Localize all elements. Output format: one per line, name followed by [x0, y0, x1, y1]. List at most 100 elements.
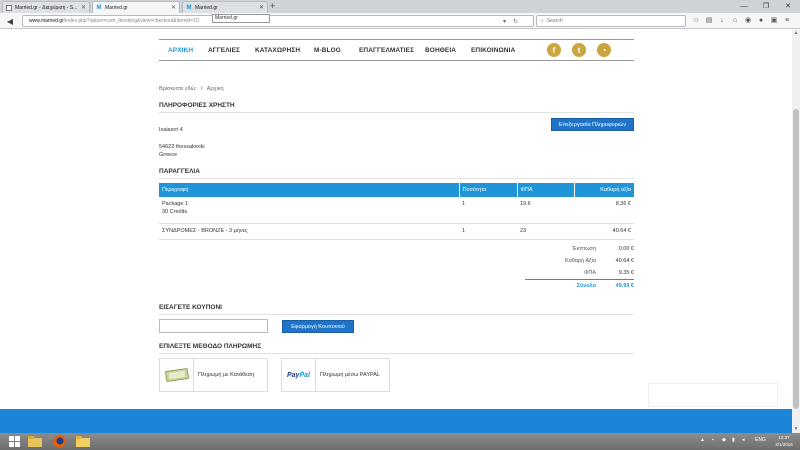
- total-label: Σύνολο: [576, 282, 596, 289]
- payment-method-label: Πληρωμή μέσω PAYPAL: [320, 372, 380, 378]
- nav-item-ads[interactable]: ΑΓΓΕΛΙΕΣ: [208, 47, 240, 54]
- new-tab-button[interactable]: +: [270, 1, 275, 11]
- minimize-icon[interactable]: —: [733, 0, 755, 12]
- site-navigation: ΑΡΧΙΚΗ ΑΓΓΕΛΙΕΣ ΚΑΤΑΧΩΡΗΣΗ M-BLOG ΕΠΑΓΓΕ…: [159, 39, 634, 61]
- total-row-discount: Έκπτωση 0.00 €: [525, 243, 634, 255]
- column-header-net: Καθαρή αξία: [574, 183, 634, 197]
- url-bar[interactable]: www.married.gr/index.php?option=com_iboo…: [22, 15, 534, 27]
- scroll-up-icon[interactable]: ▲: [792, 29, 800, 37]
- facebook-icon[interactable]: f: [547, 43, 561, 57]
- divider: [159, 112, 634, 113]
- download-icon[interactable]: ↓: [718, 17, 726, 25]
- row-description: ΣΥΝΔΡΟΜΕΣ - BRONZE - 3 μήνες: [159, 223, 459, 240]
- extension-icon[interactable]: ▣: [770, 17, 778, 25]
- order-totals: Έκπτωση 0.00 € Καθαρή Αξία 40.64 € ΦΠΑ 9…: [525, 243, 634, 291]
- twitter-icon[interactable]: t: [572, 43, 586, 57]
- dropdown-icon[interactable]: ▾: [503, 18, 506, 25]
- window-close-icon[interactable]: ✕: [777, 0, 799, 12]
- browser-tab-bar: Married.gr - Διαχείριση - S... ✕ M Marri…: [0, 0, 800, 13]
- page-icon: [6, 4, 12, 11]
- browser-tab-label: Married.gr: [195, 4, 218, 11]
- firefox-icon[interactable]: [48, 434, 70, 449]
- order-title: ΠΑΡΑΓΓΕΛΙΑ: [159, 168, 200, 175]
- language-indicator[interactable]: ENG: [755, 437, 766, 443]
- browser-tab-label: Married.gr: [105, 4, 128, 11]
- volume-icon[interactable]: ◂: [742, 437, 745, 443]
- row-vat: 19.6: [517, 197, 574, 224]
- scroll-down-icon[interactable]: ▼: [792, 425, 800, 433]
- pocket-icon[interactable]: ◉: [744, 17, 752, 25]
- page-viewport: ΑΡΧΙΚΗ ΑΓΓΕΛΙΕΣ ΚΑΤΑΧΩΡΗΣΗ M-BLOG ΕΠΑΓΓΕ…: [0, 29, 792, 433]
- payment-method-deposit[interactable]: Πληρωμή με Κατάθεση: [159, 358, 268, 392]
- search-input[interactable]: ⌕ Search: [536, 15, 686, 27]
- windows-taskbar: ▲ ▪ ◆ ▮ ◂ ENG 12:37 2/1/2016: [0, 433, 800, 450]
- addon-icon[interactable]: ●: [757, 17, 765, 25]
- url-path: /index.php?option=com_ibooking&view=chec…: [63, 18, 199, 24]
- close-icon[interactable]: ✕: [81, 4, 86, 11]
- divider: [159, 314, 634, 315]
- payment-method-label: Πληρωμή με Κατάθεση: [198, 372, 255, 378]
- total-row-vat: ΦΠΑ 9.35 €: [525, 267, 634, 279]
- edit-info-button[interactable]: Επεξεργασία Πληροφοριών: [551, 118, 634, 131]
- maximize-icon[interactable]: ❐: [755, 0, 777, 12]
- breadcrumb: Βρίσκεστε εδώ: / Αρχική: [159, 86, 224, 92]
- taskbar-clock[interactable]: 12:37 2/1/2016: [770, 434, 798, 448]
- row-net: 40.64 €: [574, 223, 634, 240]
- total-row-net: Καθαρή Αξία 40.64 €: [525, 255, 634, 267]
- total-value: 0.00 €: [618, 246, 634, 252]
- windows-start-icon[interactable]: [3, 434, 25, 449]
- tray-shield-icon[interactable]: ◆: [722, 437, 726, 443]
- total-value: 9.35 €: [618, 270, 634, 276]
- close-icon[interactable]: ✕: [259, 4, 264, 11]
- total-value: 49.99 €: [615, 282, 634, 289]
- married-logo-icon: M: [96, 4, 102, 11]
- apply-coupon-button[interactable]: Εφαρμογή Κουπονιού: [282, 320, 354, 333]
- nav-item-professionals[interactable]: ΕΠΑΓΓΕΛΜΑΤΙΕΣ: [359, 47, 414, 54]
- row-net: 8.36 €: [574, 197, 634, 224]
- nav-item-listing[interactable]: ΚΑΤΑΧΩΡΗΣΗ: [255, 47, 300, 54]
- row-quantity: 1: [459, 223, 517, 240]
- bank-deposit-icon: [160, 359, 194, 391]
- total-label: Καθαρή Αξία: [565, 258, 596, 264]
- bookmarks-icon[interactable]: ▤: [705, 17, 713, 25]
- browser-tab-3[interactable]: M Married.gr ✕: [182, 1, 268, 13]
- breadcrumb-current[interactable]: Αρχική: [207, 86, 224, 92]
- nav-item-contact[interactable]: ΕΠΙΚΟΙΝΩΝΙΑ: [471, 47, 515, 54]
- married-logo-icon: M: [186, 4, 192, 11]
- breadcrumb-separator: /: [201, 86, 203, 92]
- row-description: Package 1 30 Credits: [159, 197, 459, 224]
- bookmark-star-icon[interactable]: ☆: [692, 17, 700, 25]
- nav-item-mblog[interactable]: M-BLOG: [314, 47, 341, 54]
- total-label: Έκπτωση: [572, 246, 596, 252]
- menu-icon[interactable]: ≡: [783, 17, 791, 25]
- home-icon[interactable]: ⌂: [731, 17, 739, 25]
- nav-item-help[interactable]: ΒΟΗΘΕΙΑ: [425, 47, 456, 54]
- tray-chevron-icon[interactable]: ▲: [700, 437, 705, 443]
- folder-icon[interactable]: [72, 434, 94, 449]
- rss-icon[interactable]: ◔: [597, 43, 611, 57]
- reload-icon[interactable]: ↻: [513, 18, 518, 25]
- item-subline: 30 Credits: [162, 209, 188, 215]
- coupon-title: ΕΙΣΑΓΕΤΕ ΚΟΥΠΟΝΙ: [159, 304, 222, 311]
- payment-method-paypal[interactable]: PayPal Πληρωμή μέσω PAYPAL: [281, 358, 390, 392]
- network-icon[interactable]: ▮: [732, 437, 735, 443]
- user-postal: 54622 thessaloniki: [159, 144, 205, 150]
- back-icon[interactable]: ◀: [4, 15, 16, 27]
- file-explorer-icon[interactable]: [24, 434, 46, 449]
- total-row-grand: Σύνολο 49.99 €: [525, 279, 634, 291]
- table-header-row: Περιγραφή Ποσότητα ΦΠΑ Καθαρή αξία: [159, 183, 634, 197]
- paypal-icon: PayPal: [282, 359, 316, 391]
- browser-tab-1[interactable]: Married.gr - Διαχείριση - S... ✕: [2, 1, 90, 13]
- coupon-input[interactable]: [159, 319, 268, 333]
- close-icon[interactable]: ✕: [171, 4, 176, 11]
- browser-nav-bar: ◀ www.married.gr/index.php?option=com_ib…: [0, 13, 800, 29]
- nav-item-home[interactable]: ΑΡΧΙΚΗ: [168, 47, 193, 54]
- page-scrollbar[interactable]: ▲ ▼: [792, 29, 800, 433]
- total-label: ΦΠΑ: [583, 270, 596, 276]
- tray-app-icon[interactable]: ▪: [712, 437, 714, 443]
- browser-tab-2[interactable]: M Married.gr ✕: [92, 1, 180, 13]
- scrollbar-thumb[interactable]: [793, 109, 799, 409]
- paypal-logo-pay: Pay: [287, 371, 300, 379]
- find-input[interactable]: Married.gr: [212, 14, 270, 23]
- table-row: ΣΥΝΔΡΟΜΕΣ - BRONZE - 3 μήνες 1 23 40.64 …: [159, 223, 634, 240]
